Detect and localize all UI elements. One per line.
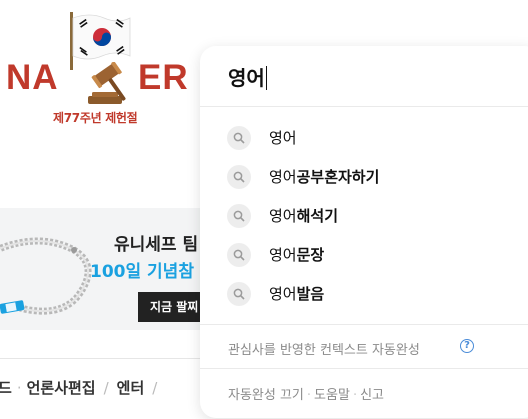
search-icon [227, 165, 251, 189]
suggestion-text: 영어공부혼자하기 [269, 168, 380, 186]
footer-separator: · [306, 388, 312, 403]
nav-item-press-edit[interactable]: 언론사편집 [27, 379, 96, 397]
context-autocomplete-label[interactable]: 관심사를 반영한 컨텍스트 자동완성 [228, 339, 420, 358]
suggestion-item[interactable]: 영어발음 [200, 274, 528, 313]
suggestion-text: 영어발음 [269, 285, 325, 303]
category-nav: 드 · 언론사편집 / 엔터 / [0, 358, 210, 407]
promo-banner[interactable]: 유니세프 팀 100일 기념참 지금 팔찌 [0, 208, 210, 330]
help-link[interactable]: 도움말 [314, 388, 350, 403]
logo-text-left: NA [6, 58, 59, 97]
search-icon [227, 126, 251, 150]
gavel-icon [88, 62, 126, 104]
nav-item-entertainment[interactable]: 엔터 [117, 379, 145, 397]
suggestion-item[interactable]: 영어문장 [200, 235, 528, 274]
search-icon [227, 204, 251, 228]
suggestion-text: 영어 [269, 129, 297, 147]
nav-separator: · [16, 379, 22, 397]
banner-title: 유니세프 팀 [114, 235, 199, 255]
nav-separator: / [103, 379, 109, 397]
autocomplete-footer: 자동완성 끄기 · 도움말 · 신고 [200, 368, 528, 419]
autocomplete-panel: 영어 영어 영어공부혼자하기 영어해석기 영어문장 영어발음 관심사를 반영한 … [200, 46, 528, 418]
text-caret [265, 65, 267, 90]
search-query-text: 영어 [228, 66, 265, 90]
suggestion-item[interactable]: 영어공부혼자하기 [200, 157, 528, 196]
report-link[interactable]: 신고 [360, 388, 384, 403]
suggestion-item[interactable]: 영어 [200, 118, 528, 157]
nav-separator: / [152, 379, 158, 397]
logo-subtitle: 제77주년 제헌절 [53, 111, 138, 125]
context-autocomplete-row: 관심사를 반영한 컨텍스트 자동완성 ? [200, 324, 528, 369]
suggestion-item[interactable]: 영어해석기 [200, 196, 528, 235]
nav-item[interactable]: 드 [0, 379, 12, 397]
help-icon[interactable]: ? [460, 339, 474, 353]
suggestion-text: 영어문장 [269, 246, 325, 264]
search-icon [227, 282, 251, 306]
suggestion-list: 영어 영어공부혼자하기 영어해석기 영어문장 영어발음 [200, 118, 528, 313]
search-query[interactable]: 영어 [228, 62, 267, 91]
search-input[interactable]: 영어 [200, 46, 528, 107]
suggestion-text: 영어해석기 [269, 207, 339, 225]
turn-off-autocomplete-link[interactable]: 자동완성 끄기 [228, 388, 304, 403]
banner-subtitle: 100일 기념참 [90, 262, 194, 282]
footer-separator: · [352, 388, 358, 403]
logo-area[interactable]: NA ER 제77주년 제헌절 [0, 0, 200, 150]
logo-text-right: ER [138, 58, 189, 97]
search-icon [227, 243, 251, 267]
